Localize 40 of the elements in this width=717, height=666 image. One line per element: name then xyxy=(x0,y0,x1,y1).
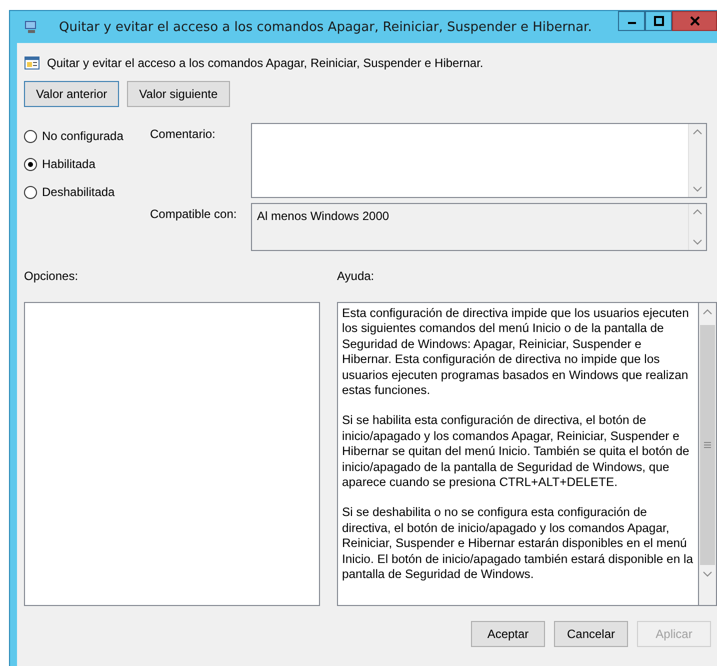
radio-label: Deshabilitada xyxy=(42,185,115,199)
options-label: Opciones: xyxy=(24,269,80,285)
radio-label: No configurada xyxy=(42,129,124,143)
scroll-up-icon[interactable] xyxy=(693,209,702,215)
radio-label: Habilitada xyxy=(42,157,96,171)
grip-icon xyxy=(704,442,711,448)
scrollbar[interactable] xyxy=(698,303,716,605)
help-paragraph: Si se deshabilita o no se configura esta configuración de directiva, el botón de inicio/apagado y los comandos Apagar, Reiniciar, Suspender e Hibernar estarán disponibles en el menú Inicio. El botón de inicio/apagado también estará disponible en la pantalla de Seguridad de Windows. xyxy=(342,505,694,582)
radio-circle[interactable] xyxy=(24,186,37,198)
scroll-down-icon[interactable] xyxy=(693,239,702,245)
nav-button[interactable]: Valor anterior xyxy=(24,81,120,107)
comment-label: Comentario: xyxy=(150,126,216,143)
comment-field[interactable] xyxy=(251,123,707,198)
nav-button[interactable]: Valor siguiente xyxy=(127,81,230,107)
help-paragraph: Esta configuración de directiva impide que los usuarios ejecuten los siguientes comandos del menú Inicio o de la pantalla de Seguridad de Windows: Apagar, Reiniciar, Suspender e Hibernar. Esta configuración de directiva no impide que los usuarios ejecuten programas basados en Windows que realizan estas funciones. xyxy=(342,306,690,398)
state-radio[interactable]: No configurada xyxy=(24,129,150,143)
window-title: Quitar y evitar el acceso a los comandos Apagar, Reiniciar, Suspender e Hibernar. xyxy=(59,20,593,34)
scroll-up-icon[interactable] xyxy=(703,309,712,315)
close-icon xyxy=(690,16,700,26)
compatible-label: Compatible con: xyxy=(150,206,238,223)
compatible-value: Al menos Windows 2000 xyxy=(257,209,390,223)
maximize-icon xyxy=(654,16,664,26)
minimize-button[interactable] xyxy=(618,11,645,31)
policy-icon xyxy=(24,55,40,71)
help-paragraph: Si se habilita esta configuración de directiva, el botón de inicio/apagado y los comandos Apagar, Reiniciar, Suspender e Hibernar se quitan del menú Inicio. También se quita el botón de inicio/apagado de la pantalla de Seguridad de Windows, que aparece cuando se presiona CTRL+ALT+DELETE. xyxy=(342,413,690,490)
scroll-up-icon[interactable] xyxy=(693,129,702,135)
scroll-down-icon[interactable] xyxy=(693,186,702,192)
computer-icon xyxy=(23,19,39,35)
radio-circle[interactable] xyxy=(24,130,37,142)
close-button[interactable] xyxy=(672,11,717,31)
help-label: Ayuda: xyxy=(337,269,376,285)
state-radio[interactable]: Habilitada xyxy=(24,157,150,171)
scroll-down-icon[interactable] xyxy=(703,571,712,577)
radio-circle[interactable] xyxy=(24,158,37,170)
dialog-button[interactable]: Aceptar xyxy=(471,621,545,647)
policy-title: Quitar y evitar el acceso a los comandos Apagar, Reiniciar, Suspender e Hibernar. xyxy=(47,56,484,70)
maximize-button[interactable] xyxy=(645,11,672,31)
dialog-button[interactable]: Cancelar xyxy=(554,621,628,647)
state-radio[interactable]: Deshabilitada xyxy=(24,185,150,199)
scroll-thumb[interactable] xyxy=(700,325,715,565)
